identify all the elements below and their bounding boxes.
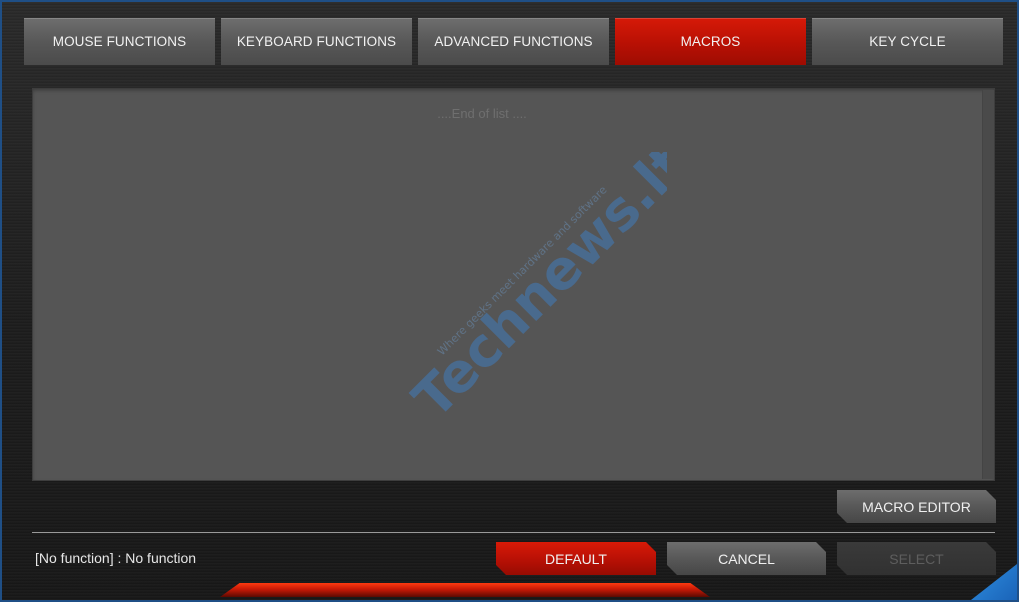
default-label: DEFAULT — [545, 550, 607, 567]
end-of-list-text: ....End of list .... — [437, 106, 527, 121]
default-button[interactable]: DEFAULT — [496, 542, 656, 575]
tab-label: ADVANCED FUNCTIONS — [434, 34, 593, 49]
tab-label: KEYBOARD FUNCTIONS — [236, 34, 397, 49]
tab-mouse-functions[interactable]: MOUSE FUNCTIONS — [24, 18, 215, 65]
tab-label: MACROS — [680, 34, 741, 49]
cancel-label: CANCEL — [718, 550, 775, 567]
status-text: [No function] : No function — [35, 550, 197, 566]
divider — [32, 532, 995, 533]
tab-label: KEY CYCLE — [869, 34, 946, 49]
macro-editor-button[interactable]: MACRO EDITOR — [837, 490, 996, 523]
select-label: SELECT — [889, 550, 944, 567]
macro-editor-label: MACRO EDITOR — [862, 498, 971, 515]
app-window: MOUSE FUNCTIONS KEYBOARD FUNCTIONS ADVAN… — [0, 0, 1019, 602]
tab-key-cycle[interactable]: KEY CYCLE — [812, 18, 1003, 65]
select-button[interactable]: SELECT — [837, 542, 996, 575]
tab-label: MOUSE FUNCTIONS — [52, 34, 187, 49]
tab-macros[interactable]: MACROS — [615, 18, 806, 65]
cancel-button[interactable]: CANCEL — [667, 542, 826, 575]
tab-keyboard-functions[interactable]: KEYBOARD FUNCTIONS — [221, 18, 412, 65]
bottom-glow-bar — [220, 583, 710, 597]
list-scrollbar[interactable] — [982, 90, 994, 479]
macro-list[interactable]: ....End of list .... — [32, 88, 995, 481]
tab-advanced-functions[interactable]: ADVANCED FUNCTIONS — [418, 18, 609, 65]
